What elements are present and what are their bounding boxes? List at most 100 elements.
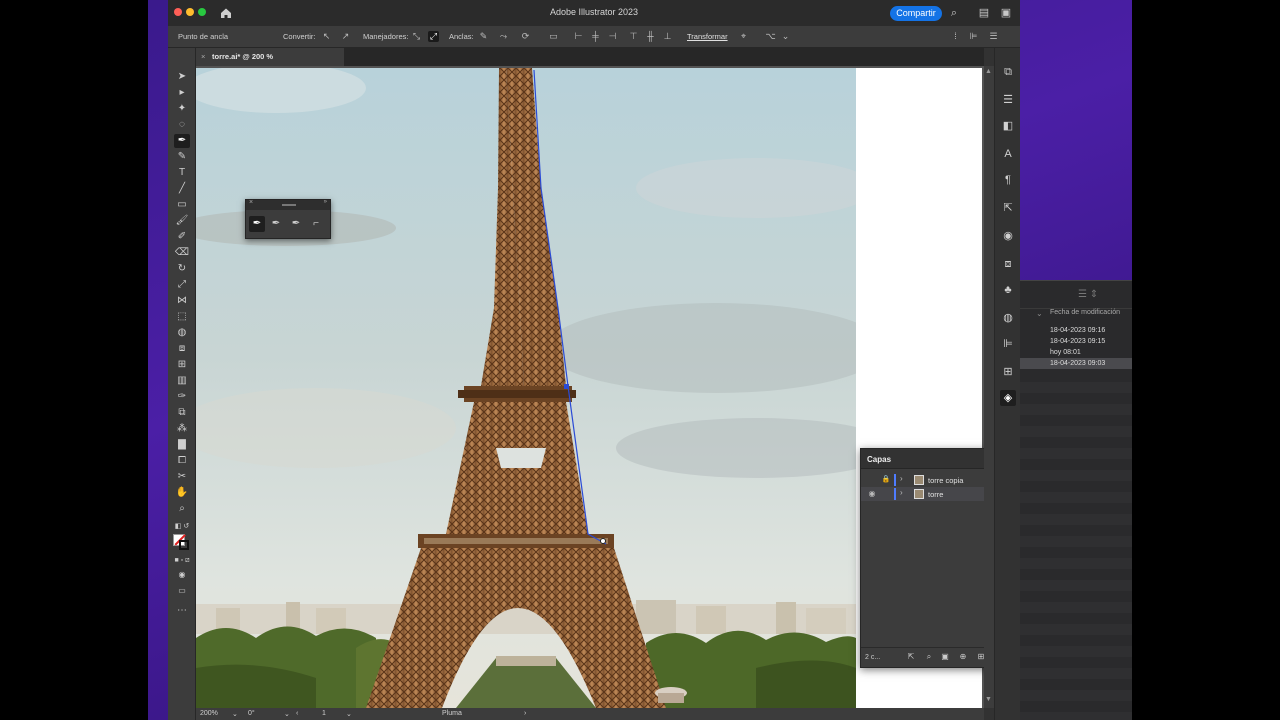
list-sort-icon[interactable]: ☰ ⇕: [1078, 289, 1098, 300]
anchor-point-tool-icon[interactable]: ⌐: [308, 216, 324, 232]
new-sublayer-icon[interactable]: ⊕: [957, 652, 969, 661]
magic-wand-tool-icon[interactable]: ✦: [174, 102, 190, 116]
color-mode-icon[interactable]: ■ ▫ ⧄: [174, 554, 190, 568]
rectangle-tool-icon[interactable]: ▭: [174, 198, 190, 212]
align-center-icon[interactable]: ╪: [590, 31, 601, 42]
eyedropper-tool-icon[interactable]: ✑: [174, 390, 190, 404]
panel-toggle-icon[interactable]: ▣: [1000, 7, 1012, 19]
export-panel-icon[interactable]: ⇱: [1000, 200, 1016, 216]
chevron-down-icon[interactable]: ⌄: [780, 31, 791, 42]
collapse-icon[interactable]: »: [324, 199, 327, 205]
layer-row-selected[interactable]: ◉ › torre ○: [861, 487, 984, 501]
symbols-panel-icon[interactable]: ♣: [1000, 282, 1016, 298]
hand-tool-icon[interactable]: ✋: [174, 486, 190, 500]
show-handles-icon[interactable]: ⤡: [411, 31, 422, 42]
drag-handle[interactable]: [282, 204, 296, 206]
artboard-tool-icon[interactable]: ⧠: [174, 454, 190, 468]
list-item[interactable]: 18-04-2023 09:15: [1020, 336, 1132, 347]
more-options-icon[interactable]: ☰: [988, 31, 999, 42]
curvature-tool-icon[interactable]: ✎: [174, 150, 190, 164]
eye-icon[interactable]: ◉: [867, 489, 877, 498]
close-icon[interactable]: ×: [201, 48, 205, 66]
align-middle-icon[interactable]: ╫: [645, 31, 656, 42]
convert-to-corner-icon[interactable]: ↖: [321, 31, 332, 42]
close-icon[interactable]: ×: [249, 199, 253, 206]
symbol-sprayer-tool-icon[interactable]: ⁂: [174, 422, 190, 436]
layers-panel-header[interactable]: Capas ›› | ☰: [861, 449, 984, 469]
draw-mode-icon[interactable]: ◉: [174, 568, 190, 582]
type-tool-icon[interactable]: T: [174, 166, 190, 180]
convert-to-smooth-icon[interactable]: ↗: [340, 31, 351, 42]
document-tab[interactable]: × torre.ai* @ 200 % (RGB/Previsualizar): [196, 48, 344, 79]
paragraph-panel-icon[interactable]: ¶: [1000, 172, 1016, 188]
export-icon[interactable]: ⇱: [905, 652, 917, 661]
slice-tool-icon[interactable]: ✂: [174, 470, 190, 484]
color-panel-icon[interactable]: ◉: [1000, 228, 1016, 244]
layers-panel-icon[interactable]: ◈: [1000, 390, 1016, 406]
list-item[interactable]: 18-04-2023 09:16: [1020, 325, 1132, 336]
select-similar-icon[interactable]: ⌥: [765, 31, 776, 42]
artboard-number[interactable]: 1: [322, 710, 326, 717]
delete-anchor-tool-icon[interactable]: ✒: [288, 216, 304, 232]
eraser-tool-icon[interactable]: ⌫: [174, 246, 190, 260]
shaper-tool-icon[interactable]: ✐: [174, 230, 190, 244]
stroke-swatch[interactable]: [179, 540, 189, 550]
align-panel-icon[interactable]: ⊫: [968, 31, 979, 42]
scroll-down-icon[interactable]: ▼: [985, 696, 992, 703]
pen-tool-icon[interactable]: ✒: [249, 216, 265, 232]
share-button[interactable]: Compartir: [890, 6, 942, 21]
align-panel-icon[interactable]: ⊫: [1000, 336, 1016, 352]
chevron-down-icon[interactable]: ⌄: [346, 710, 352, 718]
column-graph-tool-icon[interactable]: ▇: [174, 438, 190, 452]
isolate-icon[interactable]: ⌖: [738, 31, 749, 42]
paintbrush-tool-icon[interactable]: 🖌: [174, 214, 190, 228]
connect-anchors-icon[interactable]: ⤳: [498, 31, 509, 42]
default-colors-icon[interactable]: ◧ ↺: [174, 520, 190, 534]
free-transform-tool-icon[interactable]: ⬚: [174, 310, 190, 324]
arrange-documents-icon[interactable]: ⁞: [950, 31, 961, 42]
screen-mode-icon[interactable]: ▭: [174, 584, 190, 598]
list-item[interactable]: hoy 08:01: [1020, 347, 1132, 358]
status-menu-icon[interactable]: ›: [524, 710, 526, 717]
align-bottom-icon[interactable]: ⊥: [662, 31, 673, 42]
cut-path-icon[interactable]: ⟳: [520, 31, 531, 42]
artboards-panel-icon[interactable]: ⧉: [1000, 64, 1016, 80]
hide-handles-icon[interactable]: ⤢: [428, 31, 439, 42]
list-item-selected[interactable]: 18-04-2023 09:03: [1020, 358, 1132, 369]
selection-tool-icon[interactable]: ➤: [174, 70, 190, 84]
remove-anchor-icon[interactable]: ✎: [478, 31, 489, 42]
add-anchor-tool-icon[interactable]: ✒: [268, 216, 284, 232]
scale-tool-icon[interactable]: ⤢: [174, 278, 190, 292]
blend-tool-icon[interactable]: ⧉: [174, 406, 190, 420]
layer-name[interactable]: torre: [928, 490, 943, 499]
align-top-icon[interactable]: ⊤: [628, 31, 639, 42]
pen-tool-icon[interactable]: ✒: [174, 134, 190, 148]
align-left-icon[interactable]: ⊢: [573, 31, 584, 42]
transform-panel-icon[interactable]: ⊞: [1000, 364, 1016, 380]
canvas[interactable]: × » ✒ ✒ ✒ ⌐ Capas ›› | ☰ 🔒 › torre copia: [196, 66, 984, 708]
layer-row[interactable]: 🔒 › torre copia ○: [861, 473, 984, 487]
scroll-up-icon[interactable]: ▲: [985, 68, 992, 75]
align-right-icon[interactable]: ⊣: [607, 31, 618, 42]
swatches-panel-icon[interactable]: ◍: [1000, 310, 1016, 326]
locate-object-icon[interactable]: ⌕: [923, 652, 935, 662]
gradient-tool-icon[interactable]: ▥: [174, 374, 190, 388]
previous-artboard-icon[interactable]: ‹: [296, 710, 298, 717]
search-icon[interactable]: ⌕: [948, 7, 960, 19]
clipping-mask-icon[interactable]: ▣: [939, 652, 951, 661]
zoom-level[interactable]: 200%: [200, 710, 218, 717]
chevron-right-icon[interactable]: ›: [900, 488, 903, 497]
appearance-panel-icon[interactable]: ◧: [1000, 118, 1016, 134]
shape-builder-tool-icon[interactable]: ◍: [174, 326, 190, 340]
new-layer-icon[interactable]: ⊞: [975, 652, 984, 661]
vertical-scrollbar[interactable]: ▲ ▼: [984, 66, 994, 708]
pathfinder-panel-icon[interactable]: ⧈: [1000, 256, 1016, 272]
align-to-icon[interactable]: ▭: [548, 31, 559, 42]
rotation-value[interactable]: 0°: [248, 710, 255, 717]
lasso-tool-icon[interactable]: ◌: [174, 118, 190, 132]
transform-link[interactable]: Transformar: [687, 32, 728, 41]
layer-name[interactable]: torre copia: [928, 476, 963, 485]
chevron-right-icon[interactable]: ›: [900, 474, 903, 483]
perspective-grid-tool-icon[interactable]: ⧈: [174, 342, 190, 356]
lock-icon[interactable]: 🔒: [881, 475, 891, 483]
